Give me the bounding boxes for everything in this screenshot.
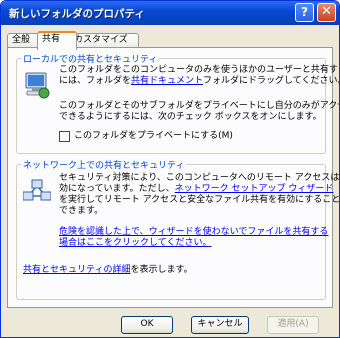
- make-private-checkbox[interactable]: [59, 131, 70, 142]
- local-group-title: ローカルでの共有とセキュリティ: [21, 52, 160, 65]
- tab-customize[interactable]: カスタマイズ: [69, 33, 139, 48]
- apply-button[interactable]: 適用(A): [267, 316, 319, 334]
- local-para1-line2: には、フォルダを共有ドキュメントフォルダにドラッグしてください。: [59, 76, 340, 86]
- local-para1-line1: このフォルダをこのコンピュータのみを使うほかのユーザーと共有する: [59, 65, 340, 75]
- network-line3: を実行してリモート アクセスと安全なファイル共有を有効にすることが: [59, 195, 340, 205]
- cancel-button[interactable]: キャンセル: [191, 316, 249, 334]
- local-para2-line1: このフォルダとそのサブフォルダをプライベートにし自分のみがアクセス: [59, 101, 340, 111]
- network-line4: できます。: [59, 206, 104, 216]
- network-line1: セキュリティ対策により、このコンピュータへのリモート アクセスは無: [59, 173, 340, 183]
- network-group-title: ネットワーク上での共有とセキュリティ: [21, 158, 187, 171]
- local-computer-icon: [25, 72, 50, 99]
- ok-button[interactable]: OK: [121, 316, 173, 334]
- help-button[interactable]: ?: [295, 3, 314, 22]
- network-sharing-group: ネットワーク上での共有とセキュリティ セキュリティ対策により、このコンピュータへ…: [16, 158, 339, 300]
- sharing-security-details-link[interactable]: 共有とセキュリティの詳細: [23, 265, 130, 275]
- window-title: 新しいフォルダのプロパティ: [9, 8, 145, 20]
- tab-sharing[interactable]: 共有: [37, 31, 77, 50]
- shared-documents-link[interactable]: 共有ドキュメント: [131, 76, 203, 86]
- title-bar[interactable]: 新しいフォルダのプロパティ ? ✕: [1, 1, 339, 25]
- local-sharing-group: ローカルでの共有とセキュリティ このフォルダをこのコンピュータのみを使うほかのユ…: [16, 52, 339, 154]
- local-para2-line2: できるようにするには、次のチェック ボックスをオンにします。: [59, 112, 322, 122]
- network-sharing-icon: [23, 179, 51, 201]
- network-setup-wizard-link[interactable]: ネットワーク セットアップ ウィザード: [175, 184, 334, 194]
- properties-dialog: 新しいフォルダのプロパティ ? ✕ 全般 共有 カスタマイズ ローカルでの共有と…: [0, 0, 340, 338]
- network-line2: 効になっています。ただし、ネットワーク セットアップ ウィザード: [59, 184, 334, 194]
- share-without-wizard-link-line1[interactable]: 危険を認識した上で、ウィザードを使わないでファイルを共有する: [59, 227, 328, 239]
- sharing-panel: ローカルでの共有とセキュリティ このフォルダをこのコンピュータのみを使うほかのユ…: [7, 47, 339, 308]
- make-private-label[interactable]: このフォルダをプライベートにする(M): [74, 131, 233, 143]
- close-button[interactable]: ✕: [317, 3, 336, 22]
- share-without-wizard-link-line2[interactable]: 場合はここをクリックしてください。: [59, 238, 211, 250]
- details-line: 共有とセキュリティの詳細を表示します。: [23, 265, 193, 275]
